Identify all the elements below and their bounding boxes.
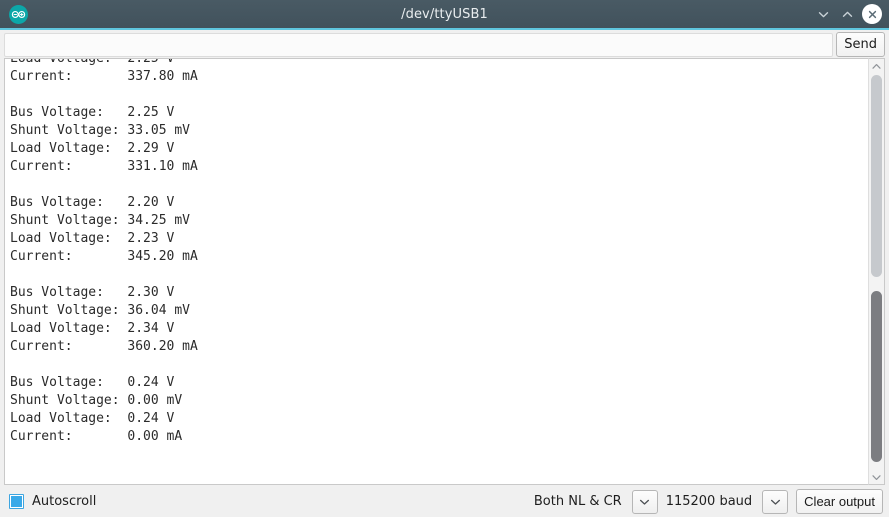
line-ending-select[interactable]: Both NL & CR — [533, 489, 658, 514]
minimize-button[interactable] — [811, 2, 835, 26]
clear-output-button[interactable]: Clear output — [796, 489, 883, 514]
scroll-down-button[interactable] — [869, 470, 884, 484]
scrollbar-thumb[interactable] — [871, 291, 882, 463]
autoscroll-checkbox[interactable] — [9, 494, 24, 509]
send-row: Send — [0, 30, 889, 58]
send-input[interactable] — [4, 32, 834, 57]
baud-rate-value: 115200 baud — [665, 494, 753, 509]
serial-output-panel[interactable]: Load Voltage: 2.25 V Current: 337.80 mA … — [4, 58, 868, 485]
autoscroll-label: Autoscroll — [32, 494, 97, 509]
window-controls — [811, 2, 889, 26]
vertical-scrollbar[interactable] — [868, 58, 885, 485]
arduino-infinity-logo-icon — [4, 0, 32, 28]
baud-rate-select[interactable]: 115200 baud — [665, 489, 789, 514]
serial-output-text: Load Voltage: 2.25 V Current: 337.80 mA … — [10, 58, 198, 444]
output-area: Load Voltage: 2.25 V Current: 337.80 mA … — [0, 58, 889, 485]
serial-monitor-window: /dev/ttyUSB1 Send Load Voltage: 2.25 V C… — [0, 0, 889, 517]
autoscroll-toggle[interactable]: Autoscroll — [9, 494, 96, 509]
scrollbar-track[interactable] — [869, 73, 884, 470]
window-title: /dev/ttyUSB1 — [401, 6, 488, 22]
maximize-button[interactable] — [835, 2, 859, 26]
line-ending-value: Both NL & CR — [533, 494, 622, 509]
send-button[interactable]: Send — [836, 32, 885, 57]
scrollbar-thumb-upper — [871, 75, 882, 278]
close-circle-icon — [862, 4, 882, 24]
chevron-down-icon-baud[interactable] — [762, 489, 789, 514]
checkbox-fill-icon — [11, 496, 22, 507]
bottom-bar: Autoscroll Both NL & CR 115200 baud Clea… — [0, 485, 889, 517]
close-button[interactable] — [859, 2, 883, 26]
title-bar: /dev/ttyUSB1 — [0, 0, 889, 30]
chevron-down-icon-line-ending[interactable] — [631, 489, 658, 514]
scroll-up-button[interactable] — [869, 59, 884, 73]
